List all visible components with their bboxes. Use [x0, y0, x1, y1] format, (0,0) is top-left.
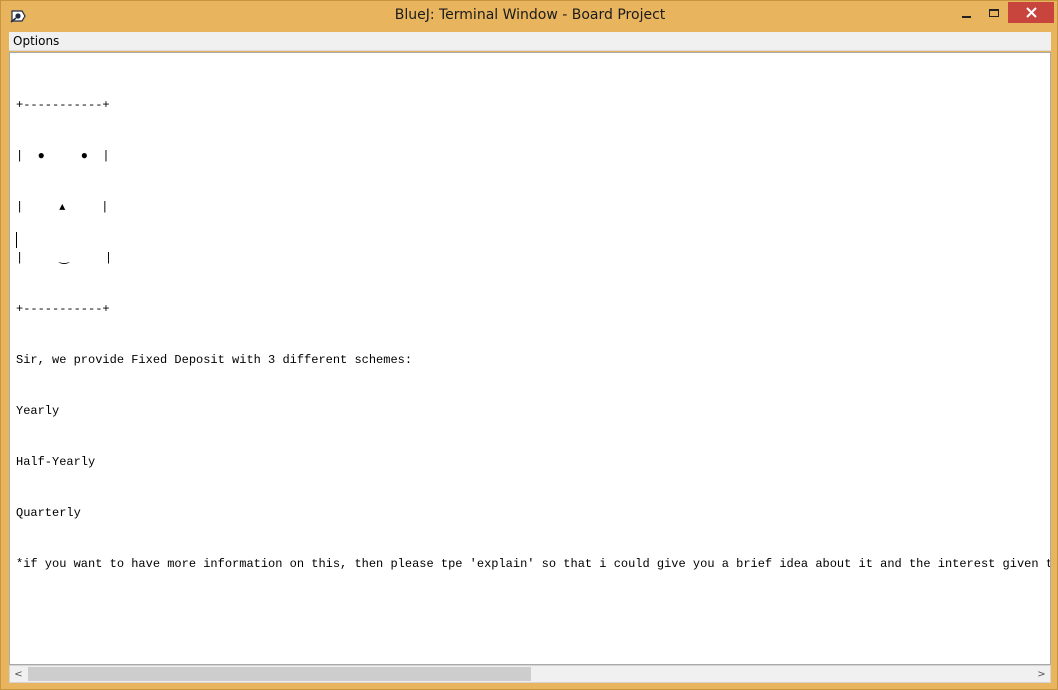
menu-options[interactable]: Options: [13, 34, 59, 48]
terminal-line: Half-Yearly: [16, 455, 96, 469]
maximize-button[interactable]: [979, 2, 1009, 23]
terminal-line: *if you want to have more information on…: [16, 557, 1051, 571]
terminal-line: Quarterly: [16, 506, 81, 520]
terminal-line: +-----------+: [16, 98, 110, 112]
menu-bar: Options: [9, 32, 1051, 51]
close-button[interactable]: [1008, 2, 1054, 23]
minimize-button[interactable]: [951, 2, 981, 23]
terminal-text: +-----------+ | ● ● | | ▴ | | ‿ | +-----…: [16, 63, 1051, 607]
terminal-line: +-----------+: [16, 302, 110, 316]
scroll-right-icon[interactable]: >: [1033, 666, 1050, 682]
text-cursor: [16, 232, 17, 248]
terminal-line: Yearly: [16, 404, 60, 418]
terminal-line: | ● ● |: [16, 149, 110, 163]
title-bar[interactable]: BlueJ: Terminal Window - Board Project: [1, 1, 1058, 32]
window-title: BlueJ: Terminal Window - Board Project: [394, 7, 666, 23]
bluej-app-icon: [10, 10, 26, 23]
terminal-line: | ‿ |: [16, 251, 113, 265]
scrollbar-thumb[interactable]: [28, 667, 531, 681]
terminal-output[interactable]: +-----------+ | ● ● | | ▴ | | ‿ | +-----…: [9, 52, 1051, 665]
terminal-line: Sir, we provide Fixed Deposit with 3 dif…: [16, 353, 413, 367]
maximize-icon: [989, 8, 999, 17]
scroll-left-icon[interactable]: <: [10, 666, 27, 682]
horizontal-scrollbar[interactable]: < >: [9, 665, 1051, 683]
terminal-window: BlueJ: Terminal Window - Board Project O…: [0, 0, 1058, 690]
terminal-line: | ▴ |: [16, 200, 109, 214]
minimize-icon: [961, 15, 971, 18]
close-icon: [1025, 7, 1037, 18]
